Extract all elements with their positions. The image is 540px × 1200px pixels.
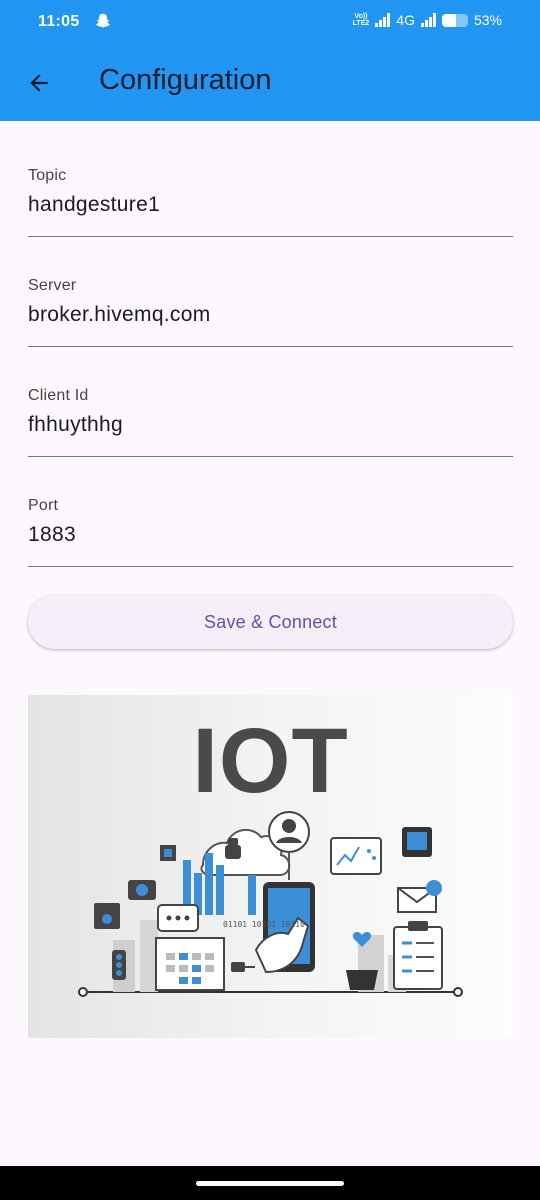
port-input[interactable]: 1883 bbox=[28, 523, 513, 553]
volte-indicator: Vo)) LTE2 bbox=[353, 13, 370, 27]
topic-label: Topic bbox=[28, 167, 67, 184]
save-connect-button[interactable]: Save & Connect bbox=[28, 595, 513, 649]
volte-bottom: LTE2 bbox=[352, 20, 370, 27]
battery-fill bbox=[441, 13, 456, 27]
binary-text: 01101 10101 10110 bbox=[223, 920, 305, 929]
topic-input[interactable]: handgesture1 bbox=[28, 193, 513, 223]
server-field[interactable]: Server broker.hivemq.com bbox=[28, 277, 513, 347]
port-label: Port bbox=[28, 497, 59, 514]
signal-2-icon bbox=[420, 13, 436, 27]
client-id-label: Client Id bbox=[28, 387, 89, 404]
navigation-bar bbox=[0, 1166, 540, 1200]
battery-icon bbox=[441, 13, 468, 27]
arrow-back-icon bbox=[30, 74, 48, 92]
client-id-input[interactable]: fhhuythhg bbox=[28, 413, 513, 443]
signal-1-icon bbox=[375, 13, 391, 27]
server-input[interactable]: broker.hivemq.com bbox=[28, 303, 513, 333]
status-time: 11:05 bbox=[38, 13, 80, 30]
snapchat-ghost-icon bbox=[96, 13, 110, 28]
volte-top: Vo)) bbox=[354, 13, 368, 20]
iot-graphic: 01101 10101 10110 bbox=[78, 811, 463, 997]
client-id-field[interactable]: Client Id fhhuythhg bbox=[28, 387, 513, 457]
app-bar: Configuration bbox=[0, 44, 540, 121]
status-indicators: Vo)) LTE2 4G 53% bbox=[353, 12, 502, 28]
server-label: Server bbox=[28, 277, 77, 294]
network-type: 4G bbox=[396, 12, 415, 28]
port-field[interactable]: Port 1883 bbox=[28, 497, 513, 567]
back-button[interactable] bbox=[20, 64, 58, 102]
home-gesture-handle[interactable] bbox=[196, 1181, 344, 1186]
topic-field[interactable]: Topic handgesture1 bbox=[28, 167, 513, 237]
page-title: Configuration bbox=[99, 64, 272, 96]
battery-percent: 53% bbox=[473, 12, 502, 28]
iot-illustration: IOT 01101 10101 10110 bbox=[28, 695, 513, 1038]
status-bar: 11:05 Vo)) LTE2 4G 53% bbox=[0, 0, 540, 44]
